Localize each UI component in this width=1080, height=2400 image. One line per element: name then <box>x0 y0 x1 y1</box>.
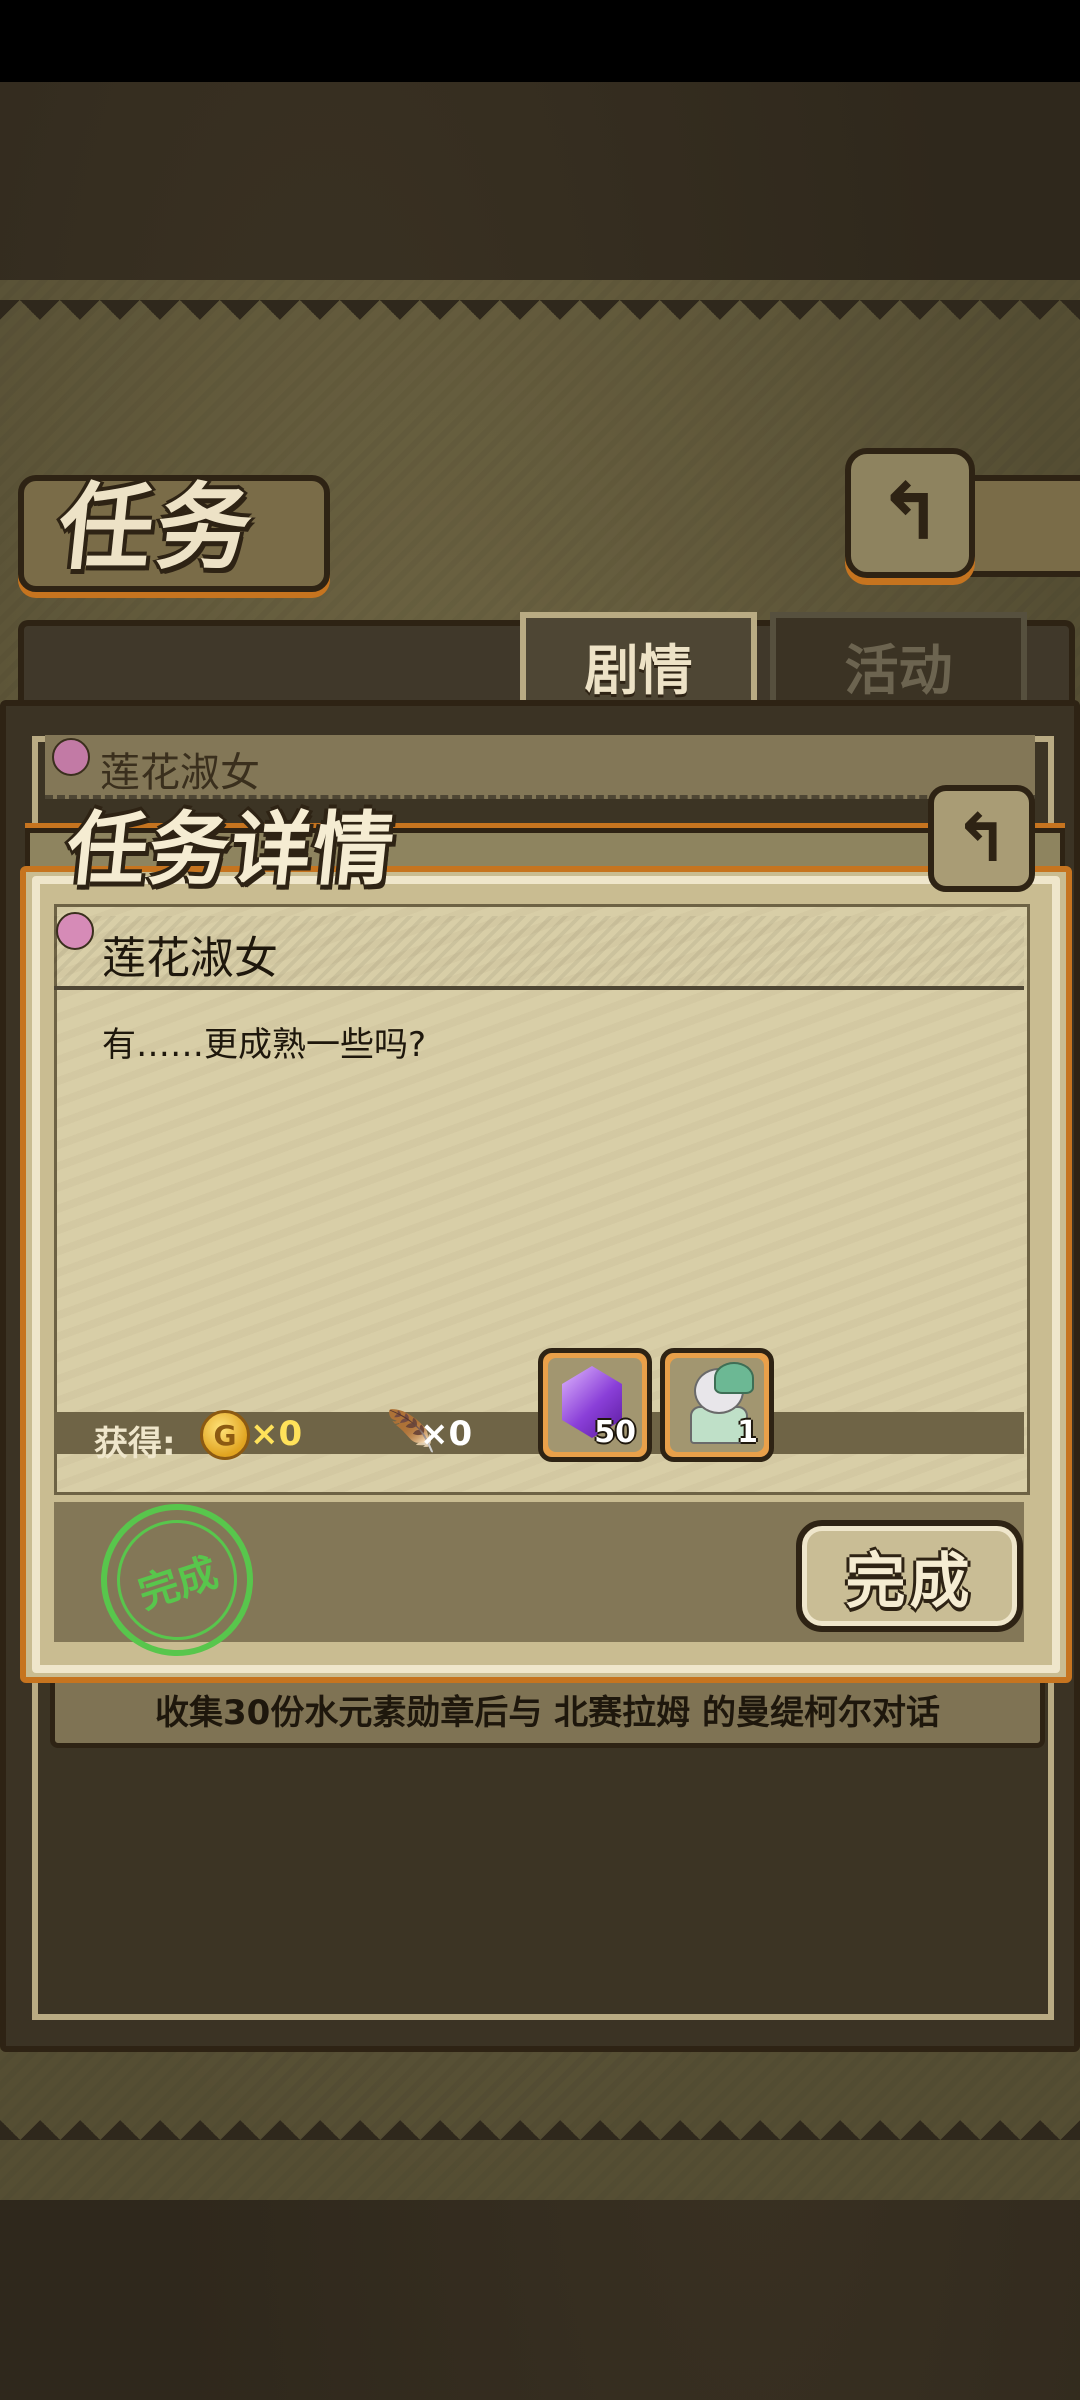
dialog-close-button[interactable]: ↰ <box>928 785 1035 892</box>
gold-coin-icon: G <box>200 1410 250 1460</box>
quest-type-badge-icon <box>52 738 90 776</box>
dialog-title: 任务详情 <box>62 803 401 896</box>
reward-item-count: 50 <box>594 1415 636 1450</box>
reward-label: 获得: <box>94 1424 176 1464</box>
status-bar <box>0 0 1080 82</box>
gold-reward-value: ×0 <box>250 1414 303 1454</box>
torn-edge-top <box>0 300 1080 340</box>
page-title: 任务 <box>53 474 261 583</box>
quest-type-badge-icon <box>56 912 94 950</box>
quest-name: 莲花淑女 <box>102 933 278 984</box>
complete-button-label: 完成 <box>845 1546 974 1617</box>
tab-event[interactable]: 活动 <box>770 612 1027 713</box>
tab-plot[interactable]: 剧情 <box>520 612 757 713</box>
back-button-extension <box>960 475 1080 577</box>
reward-item-inner: 50 <box>548 1358 642 1452</box>
reward-item-inner: 1 <box>670 1358 764 1452</box>
return-arrow-icon: ↰ <box>953 800 1010 877</box>
reward-item-slot[interactable]: 1 <box>660 1348 774 1462</box>
reward-item-count: 1 <box>737 1415 758 1450</box>
back-button[interactable]: ↰ <box>845 448 975 578</box>
complete-button[interactable]: 完成 <box>796 1520 1023 1632</box>
quest-detail-dialog: 莲花淑女 有……更成熟一些吗? 获得: G ×0 🪶 ×0 50 1 完成 完成 <box>20 866 1072 1683</box>
torn-edge-bottom <box>0 2100 1080 2140</box>
feather-reward-value: ×0 <box>420 1414 473 1454</box>
return-arrow-icon: ↰ <box>877 468 943 558</box>
quest-description: 收集30份水元素勋章后与 北赛拉姆 的曼缇柯尔对话 <box>155 1692 940 1733</box>
reward-item-slot[interactable]: 50 <box>538 1348 652 1462</box>
character-hat-icon <box>714 1362 754 1394</box>
stamp-ring <box>101 1504 253 1656</box>
quest-dialog-text: 有……更成熟一些吗? <box>102 1025 427 1065</box>
